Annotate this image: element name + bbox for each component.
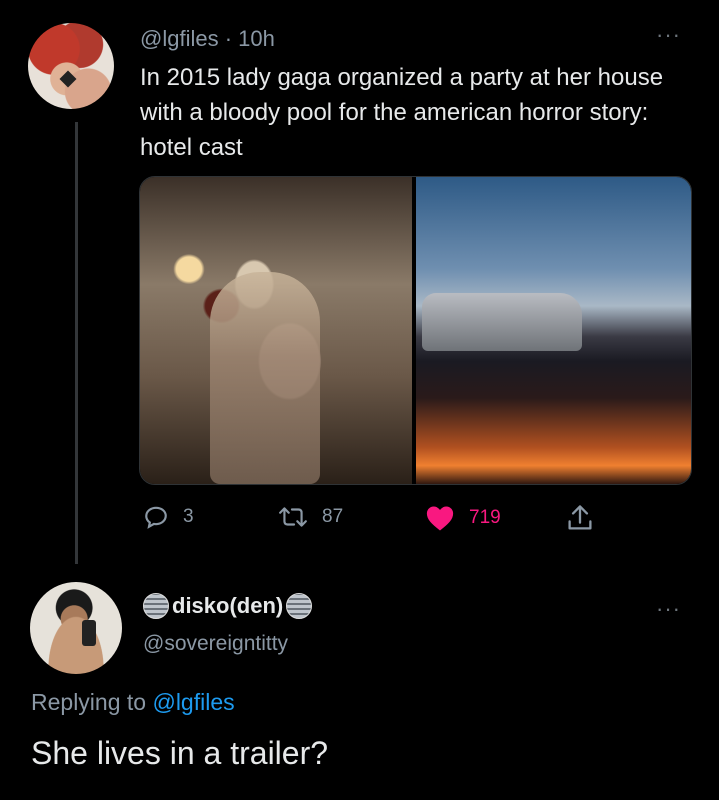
thread-line [75, 122, 78, 564]
reply-button[interactable]: 3 [143, 504, 194, 530]
tweet-media[interactable] [139, 176, 692, 485]
reply-count: 3 [183, 506, 194, 527]
reply-author-avatar[interactable] [30, 582, 122, 674]
share-icon [566, 503, 594, 533]
replying-to: Replying to @lgfiles [31, 689, 235, 716]
reply-text: She lives in a trailer? [31, 735, 329, 771]
author-handle[interactable]: @lgfiles [140, 26, 219, 51]
header-separator: · [218, 26, 239, 51]
share-button[interactable] [566, 503, 594, 533]
like-button[interactable]: 719 [425, 504, 501, 532]
author-avatar[interactable] [28, 23, 114, 109]
tweet-header: @lgfiles · 10h [140, 26, 275, 52]
retweet-count: 87 [322, 506, 344, 527]
heart-icon [425, 504, 455, 532]
media-photo-right[interactable] [416, 177, 691, 484]
replying-prefix: Replying to [31, 689, 153, 715]
reply-author-name-row[interactable]: disko(den) [143, 593, 313, 619]
media-photo-left[interactable] [140, 177, 412, 484]
reply-more-options-icon[interactable]: ··· [656, 596, 681, 622]
tweet-timestamp[interactable]: 10h [238, 26, 275, 51]
reply-author-handle[interactable]: @sovereigntitty [143, 632, 288, 656]
more-options-icon[interactable]: ··· [656, 22, 681, 48]
retweet-button[interactable]: 87 [278, 504, 343, 530]
replying-to-link[interactable]: @lgfiles [152, 689, 234, 715]
tweet-text: In 2015 lady gaga organized a party at h… [140, 64, 664, 161]
like-count: 719 [469, 507, 501, 528]
reply-icon [143, 504, 169, 530]
disco-ball-icon [143, 593, 169, 619]
reply-author-name: disko(den) [172, 593, 284, 618]
disco-ball-icon [286, 593, 313, 619]
retweet-icon [278, 504, 308, 530]
